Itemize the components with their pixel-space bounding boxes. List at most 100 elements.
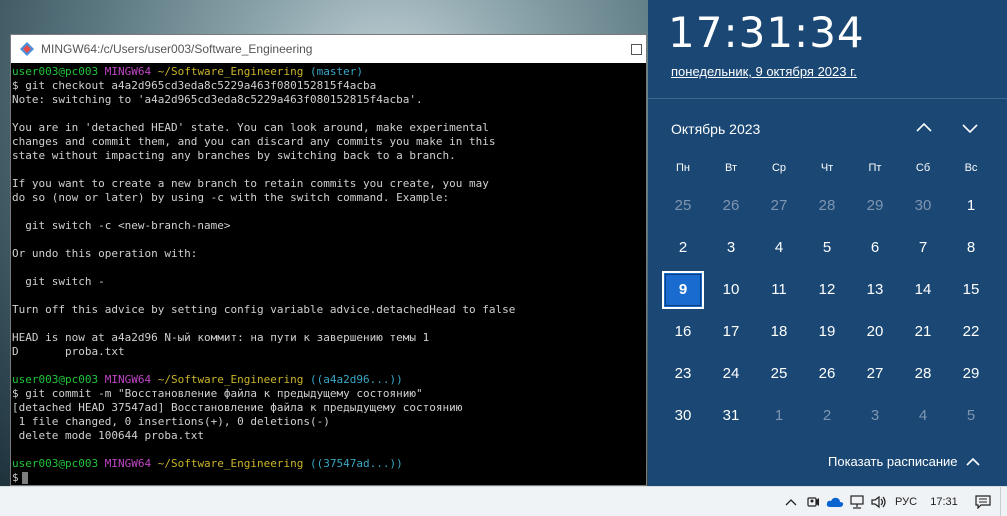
calendar-day[interactable]: 26 (707, 185, 755, 227)
terminal-text: HEAD is now at a4a2d96 N-ый коммит: на п… (12, 331, 430, 344)
calendar-day[interactable]: 16 (659, 311, 707, 353)
terminal-line: [detached HEAD 37547ad] Восстановление ф… (12, 401, 646, 415)
terminal-text: changes and commit them, and you can dis… (12, 135, 496, 148)
calendar-day[interactable]: 24 (707, 353, 755, 395)
notifications-icon[interactable] (966, 487, 1000, 516)
calendar-day[interactable]: 11 (755, 269, 803, 311)
show-schedule-button[interactable]: Показать расписание (828, 454, 980, 469)
terminal-text: ~/Software_Engineering (157, 373, 311, 386)
calendar-day[interactable]: 23 (659, 353, 707, 395)
weekday-label: Пн (676, 162, 690, 174)
calendar-day[interactable]: 5 (947, 395, 995, 437)
calendar-day[interactable]: 10 (707, 269, 755, 311)
onedrive-icon[interactable] (824, 487, 846, 516)
weekday-label: Вт (724, 162, 737, 174)
calendar-day[interactable]: 22 (947, 311, 995, 353)
terminal-line: HEAD is now at a4a2d96 N-ый коммит: на п… (12, 331, 646, 345)
terminal-prompt: $ (12, 471, 19, 484)
calendar-day[interactable]: 8 (947, 227, 995, 269)
calendar-day[interactable]: 13 (851, 269, 899, 311)
terminal-text: $ git commit -m "Восстановление файла к … (12, 387, 423, 400)
calendar-day[interactable]: 17 (707, 311, 755, 353)
terminal-text: do so (now or later) by using -c with th… (12, 191, 450, 204)
calendar-day[interactable]: 14 (899, 269, 947, 311)
month-label[interactable]: Октябрь 2023 (671, 121, 760, 137)
calendar-day[interactable]: 26 (803, 353, 851, 395)
calendar-day[interactable]: 27 (755, 185, 803, 227)
terminal-text: ((37547ad...)) (310, 457, 403, 470)
calendar-day[interactable]: 30 (899, 185, 947, 227)
meet-now-icon[interactable] (802, 487, 824, 516)
chevron-up-icon[interactable] (780, 487, 802, 516)
calendar-day[interactable]: 19 (803, 311, 851, 353)
calendar-day[interactable]: 3 (851, 395, 899, 437)
calendar-day[interactable]: 3 (707, 227, 755, 269)
terminal-text: $ git checkout a4a2d965cd3eda8c5229a463f… (12, 79, 377, 92)
calendar-day[interactable]: 2 (659, 227, 707, 269)
terminal-line: If you want to create a new branch to re… (12, 177, 646, 191)
calendar-day[interactable]: 29 (947, 353, 995, 395)
clock-time: 17:31:34 (668, 8, 865, 57)
calendar-day[interactable]: 31 (707, 395, 755, 437)
calendar-day[interactable]: 1 (947, 185, 995, 227)
terminal-text: state without impacting any branches by … (12, 149, 456, 162)
calendar-day[interactable]: 12 (803, 269, 851, 311)
calendar-day[interactable]: 25 (659, 185, 707, 227)
terminal-line: state without impacting any branches by … (12, 149, 646, 163)
taskbar: РУС 17:31 (0, 486, 1007, 516)
maximize-button[interactable] (631, 43, 642, 55)
calendar-day[interactable]: 20 (851, 311, 899, 353)
show-desktop-button[interactable] (1000, 487, 1007, 516)
taskbar-clock[interactable]: 17:31 (922, 487, 966, 516)
calendar-day[interactable]: 2 (803, 395, 851, 437)
calendar-day[interactable]: 29 (851, 185, 899, 227)
calendar-day[interactable]: 18 (755, 311, 803, 353)
terminal-line: delete mode 100644 proba.txt (12, 429, 646, 443)
calendar-day[interactable]: 4 (899, 395, 947, 437)
terminal-titlebar[interactable]: MINGW64:/c/Users/user003/Software_Engine… (11, 35, 646, 63)
terminal-text: Or undo this operation with: (12, 247, 198, 260)
calendar-day-today[interactable]: 9 (662, 271, 704, 309)
terminal-text: MINGW64 (104, 65, 158, 78)
network-icon[interactable] (846, 487, 868, 516)
calendar-day[interactable]: 5 (803, 227, 851, 269)
terminal-line: You are in 'detached HEAD' state. You ca… (12, 121, 646, 135)
calendar-day[interactable]: 1 (755, 395, 803, 437)
calendar-day[interactable]: 27 (851, 353, 899, 395)
weekday-label: Сб (915, 162, 931, 174)
terminal-text: Note: switching to 'a4a2d965cd3eda8c5229… (12, 93, 423, 106)
speaker-icon[interactable] (868, 487, 890, 516)
calendar-day[interactable]: 30 (659, 395, 707, 437)
terminal-output[interactable]: user003@pc003 MINGW64 ~/Software_Enginee… (11, 63, 646, 485)
terminal-line: $ git commit -m "Восстановление файла к … (12, 387, 646, 401)
language-indicator[interactable]: РУС (890, 487, 922, 516)
calendar-day[interactable]: 7 (899, 227, 947, 269)
terminal-line: 1 file changed, 0 insertions(+), 0 delet… (12, 415, 646, 429)
calendar-day[interactable]: 25 (755, 353, 803, 395)
terminal-line: git switch -c <new-branch-name> (12, 219, 646, 233)
weekday-header: Пн Вт Ср Чт Пт Сб Вс (659, 158, 995, 178)
terminal-cursor (21, 472, 28, 484)
terminal-text: You are in 'detached HEAD' state. You ca… (12, 121, 489, 134)
terminal-prompt-line[interactable]: $ (12, 471, 646, 485)
calendar-day[interactable]: 4 (755, 227, 803, 269)
calendar-day[interactable]: 21 (899, 311, 947, 353)
calendar-day[interactable]: 15 (947, 269, 995, 311)
clock-date-link[interactable]: понедельник, 9 октября 2023 г. (671, 64, 857, 79)
terminal-line: user003@pc003 MINGW64 ~/Software_Enginee… (12, 457, 646, 471)
calendar-day[interactable]: 28 (803, 185, 851, 227)
calendar-grid: 25 26 27 28 29 30 1 2 3 4 5 6 7 8 9 10 11 12 13 14 15 16 17 18 1… (659, 185, 995, 437)
calendar-day[interactable]: 6 (851, 227, 899, 269)
weekday-label: Ср (771, 162, 787, 174)
terminal-line: Or undo this operation with: (12, 247, 646, 261)
terminal-window[interactable]: MINGW64:/c/Users/user003/Software_Engine… (10, 34, 647, 486)
calendar-day[interactable]: 28 (899, 353, 947, 395)
terminal-text: [detached HEAD 37547ad] Восстановление ф… (12, 401, 463, 414)
chevron-up-icon[interactable] (912, 116, 936, 140)
chevron-down-icon[interactable] (958, 116, 982, 140)
terminal-text: Turn off this advice by setting config v… (12, 303, 516, 316)
terminal-text: git switch -c <new-branch-name> (12, 219, 231, 232)
